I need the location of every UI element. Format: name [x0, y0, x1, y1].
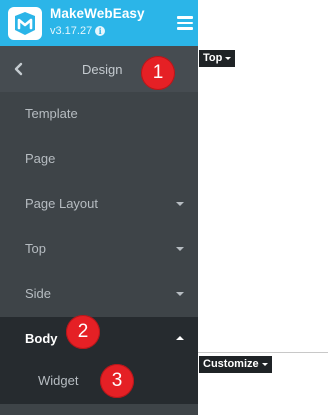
step-badge-1: 1: [141, 56, 175, 90]
sidebar-item-label: Page Layout: [25, 196, 99, 211]
sidebar-footer: [0, 404, 198, 415]
customize-dropdown-tag[interactable]: Customize: [199, 356, 272, 373]
sidebar-item-template[interactable]: Template: [0, 92, 198, 137]
sidebar-item-label: Side: [25, 286, 52, 301]
version-row: v3.17.27 i: [50, 25, 106, 37]
step-badge-2: 2: [66, 315, 100, 349]
caret-down-icon: [176, 202, 184, 206]
sidebar-item-label: Page: [25, 151, 56, 166]
app-name: MakeWebEasy: [50, 6, 145, 21]
sidebar-item-label: Template: [25, 106, 78, 121]
sidebar-item-page[interactable]: Page: [0, 137, 198, 182]
sidebar-item-top[interactable]: Top: [0, 227, 198, 272]
version-label: v3.17.27: [50, 25, 93, 37]
chevron-left-icon[interactable]: [13, 60, 25, 78]
makewebeasy-logo-icon[interactable]: [8, 7, 42, 40]
caret-down-icon: [225, 57, 232, 60]
sidebar-item-side[interactable]: Side: [0, 272, 198, 317]
caret-up-icon: [176, 336, 184, 340]
top-tag-label: Top: [203, 52, 223, 64]
sidebar-item-page-layout[interactable]: Page Layout: [0, 182, 198, 227]
caret-down-icon: [261, 363, 268, 366]
hamburger-menu-icon[interactable]: [177, 16, 193, 30]
sidebar-subitem-label: Widget: [38, 373, 79, 388]
app-header: MakeWebEasy v3.17.27 i: [0, 0, 198, 46]
sidebar-item-label: Top: [25, 241, 46, 256]
top-dropdown-tag[interactable]: Top: [199, 50, 236, 67]
caret-down-icon: [176, 247, 184, 251]
customize-tag-label: Customize: [203, 358, 259, 370]
sidebar-subitem-widget[interactable]: Widget: [0, 362, 198, 404]
step-badge-3: 3: [100, 364, 134, 398]
section-title: Design: [82, 62, 123, 77]
sidebar-item-body[interactable]: Body: [0, 317, 198, 362]
caret-down-icon: [176, 292, 184, 296]
app-root: MakeWebEasy v3.17.27 i Design Template P…: [0, 0, 328, 415]
sidebar: Design Template Page Page Layout Top Sid…: [0, 46, 198, 415]
section-divider: [198, 352, 328, 353]
info-icon[interactable]: i: [95, 26, 106, 36]
sidebar-item-label: Body: [25, 331, 58, 346]
